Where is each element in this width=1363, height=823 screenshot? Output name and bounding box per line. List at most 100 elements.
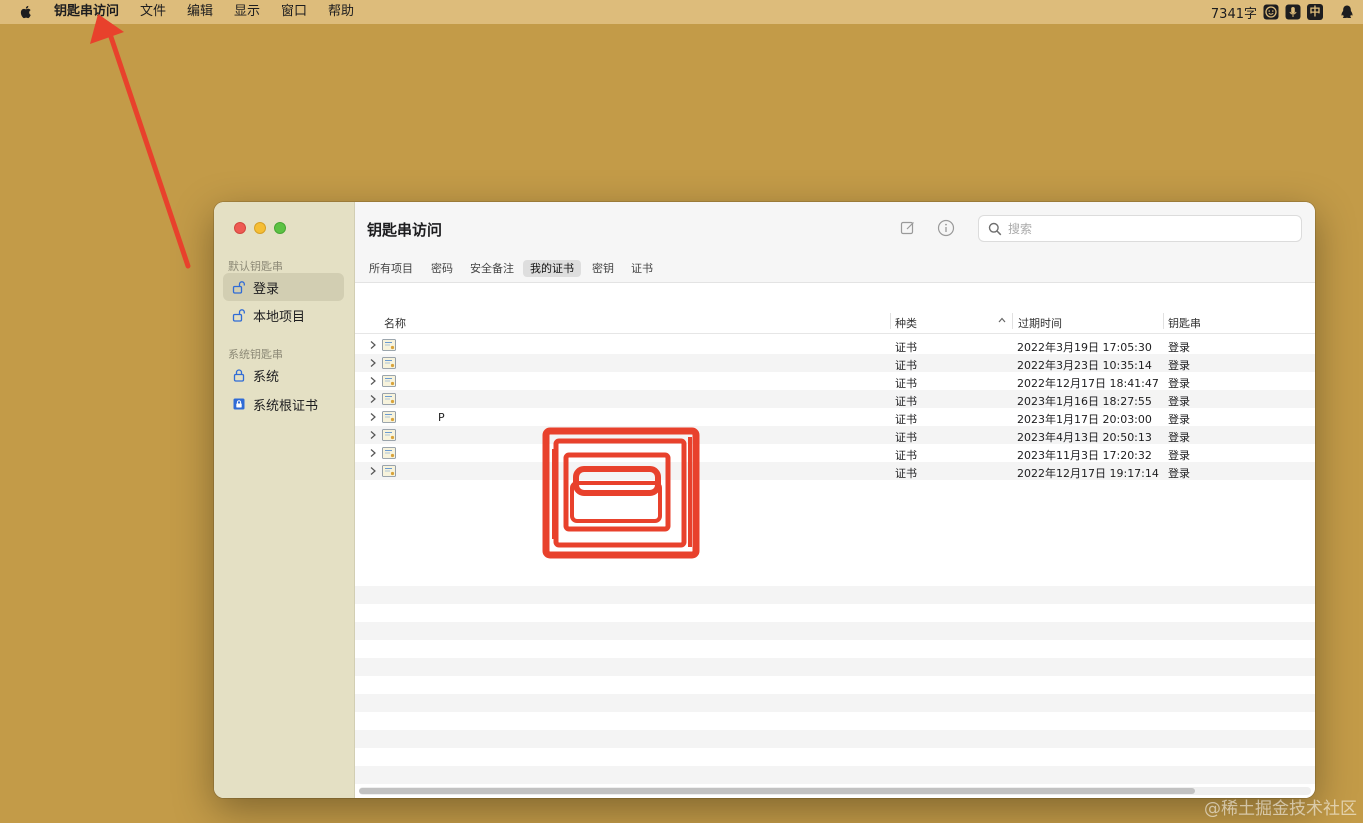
search-icon bbox=[988, 222, 1002, 235]
menu-app-name[interactable]: 钥匙串访问 bbox=[54, 4, 119, 20]
microphone-icon[interactable] bbox=[1285, 4, 1301, 20]
sidebar-section-system: 系统钥匙串 bbox=[228, 348, 283, 361]
sidebar-item-system[interactable]: 系统 bbox=[223, 361, 344, 389]
cert-expiration: 2022年3月19日 17:05:30 bbox=[1017, 341, 1152, 354]
column-header-expires[interactable]: 过期时间 bbox=[1018, 315, 1062, 331]
disclosure-chevron-icon[interactable] bbox=[369, 358, 377, 368]
qq-penguin-icon[interactable] bbox=[1339, 4, 1355, 20]
empty-row bbox=[355, 658, 1315, 676]
cert-expiration: 2022年3月23日 10:35:14 bbox=[1017, 359, 1152, 372]
disclosure-chevron-icon[interactable] bbox=[369, 412, 377, 422]
certificate-icon bbox=[382, 375, 396, 387]
table-row[interactable]: 证书 2023年1月16日 18:27:55 登录 bbox=[355, 390, 1315, 408]
menu-help[interactable]: 帮助 bbox=[328, 4, 354, 20]
cert-keychain: 登录 bbox=[1168, 413, 1190, 426]
certificate-icon bbox=[382, 465, 396, 477]
table-header: 名称 种类 过期时间 钥匙串 bbox=[355, 308, 1315, 334]
sidebar-section-default: 默认钥匙串 bbox=[228, 260, 283, 273]
empty-row bbox=[355, 622, 1315, 640]
cert-keychain: 登录 bbox=[1168, 467, 1190, 480]
menu-bar: 钥匙串访问 文件 编辑 显示 窗口 帮助 7341字 中 bbox=[0, 0, 1363, 24]
scrollbar-thumb[interactable] bbox=[359, 788, 1195, 794]
input-method-indicator[interactable]: 中 bbox=[1307, 4, 1323, 20]
sidebar-item-label: 系统 bbox=[253, 369, 280, 385]
cert-expiration: 2023年1月16日 18:27:55 bbox=[1017, 395, 1152, 408]
search-field[interactable] bbox=[978, 215, 1302, 242]
cert-keychain: 登录 bbox=[1168, 395, 1190, 408]
tab-my-certificates[interactable]: 我的证书 bbox=[523, 260, 581, 277]
empty-row bbox=[355, 748, 1315, 766]
disclosure-chevron-icon[interactable] bbox=[369, 448, 377, 458]
table-row[interactable]: 证书 2023年11月3日 17:20:32 登录 bbox=[355, 444, 1315, 462]
info-icon[interactable] bbox=[936, 218, 956, 238]
cert-expiration: 2023年4月13日 20:50:13 bbox=[1017, 431, 1152, 444]
cert-expiration: 2022年12月17日 19:17:14 bbox=[1017, 467, 1159, 480]
sidebar-item-local-items[interactable]: 本地项目 bbox=[223, 301, 344, 329]
menu-file[interactable]: 文件 bbox=[140, 4, 166, 20]
disclosure-chevron-icon[interactable] bbox=[369, 376, 377, 386]
cert-kind: 证书 bbox=[895, 413, 917, 426]
cert-kind: 证书 bbox=[895, 395, 917, 408]
column-header-kind[interactable]: 种类 bbox=[895, 315, 917, 331]
column-header-name[interactable]: 名称 bbox=[384, 315, 406, 331]
certificate-icon bbox=[382, 429, 396, 441]
column-divider[interactable] bbox=[890, 313, 891, 329]
sidebar: 默认钥匙串 登录 本地项目 系统钥匙串 系统 系统根证书 bbox=[214, 202, 355, 798]
column-divider[interactable] bbox=[1163, 313, 1164, 329]
unlocked-padlock-icon bbox=[231, 307, 247, 323]
table-row[interactable]: 证书 2022年12月17日 18:41:47 登录 bbox=[355, 372, 1315, 390]
table-row[interactable]: P 证书 2023年1月17日 20:03:00 登录 bbox=[355, 408, 1315, 426]
certificate-icon bbox=[382, 411, 396, 423]
emoji-face-icon[interactable] bbox=[1263, 4, 1279, 20]
disclosure-chevron-icon[interactable] bbox=[369, 466, 377, 476]
empty-row bbox=[355, 730, 1315, 748]
disclosure-chevron-icon[interactable] bbox=[369, 394, 377, 404]
cert-expiration: 2023年11月3日 17:20:32 bbox=[1017, 449, 1152, 462]
cert-expiration: 2022年12月17日 18:41:47 bbox=[1017, 377, 1159, 390]
apple-menu-icon[interactable] bbox=[18, 4, 34, 20]
sidebar-item-label: 本地项目 bbox=[253, 309, 306, 325]
cert-keychain: 登录 bbox=[1168, 359, 1190, 372]
empty-row bbox=[355, 640, 1315, 658]
unlocked-padlock-icon bbox=[231, 279, 247, 295]
close-button[interactable] bbox=[234, 222, 246, 234]
cert-expiration: 2023年1月17日 20:03:00 bbox=[1017, 413, 1152, 426]
cert-kind: 证书 bbox=[895, 341, 917, 354]
tab-all-items[interactable]: 所有项目 bbox=[362, 260, 420, 277]
table-row[interactable]: 证书 2022年12月17日 19:17:14 登录 bbox=[355, 462, 1315, 480]
cert-kind: 证书 bbox=[895, 467, 917, 480]
disclosure-chevron-icon[interactable] bbox=[369, 430, 377, 440]
sort-ascending-icon bbox=[998, 317, 1006, 323]
certificate-table: 证书 2022年3月19日 17:05:30 登录 证书 2022年3月23日 10:3… bbox=[355, 336, 1315, 480]
column-divider[interactable] bbox=[1012, 313, 1013, 329]
zoom-button[interactable] bbox=[274, 222, 286, 234]
disclosure-chevron-icon[interactable] bbox=[369, 340, 377, 350]
certificate-icon bbox=[382, 447, 396, 459]
tab-certificates[interactable]: 证书 bbox=[624, 260, 660, 277]
minimize-button[interactable] bbox=[254, 222, 266, 234]
menu-window[interactable]: 窗口 bbox=[281, 4, 307, 20]
horizontal-scrollbar[interactable] bbox=[359, 787, 1311, 795]
empty-row bbox=[355, 568, 1315, 586]
sidebar-item-system-roots[interactable]: 系统根证书 bbox=[223, 390, 344, 418]
table-row[interactable]: 证书 2023年4月13日 20:50:13 登录 bbox=[355, 426, 1315, 444]
column-header-keychain[interactable]: 钥匙串 bbox=[1168, 315, 1201, 331]
table-row[interactable]: 证书 2022年3月19日 17:05:30 登录 bbox=[355, 336, 1315, 354]
empty-row bbox=[355, 766, 1315, 784]
locked-padlock-icon bbox=[231, 367, 247, 383]
search-input[interactable] bbox=[1008, 221, 1288, 236]
word-count-status[interactable]: 7341字 bbox=[1211, 3, 1257, 22]
empty-row bbox=[355, 586, 1315, 604]
cert-keychain: 登录 bbox=[1168, 449, 1190, 462]
cert-kind: 证书 bbox=[895, 449, 917, 462]
menu-edit[interactable]: 编辑 bbox=[187, 4, 213, 20]
menu-view[interactable]: 显示 bbox=[234, 4, 260, 20]
table-row[interactable]: 证书 2022年3月23日 10:35:14 登录 bbox=[355, 354, 1315, 372]
tab-passwords[interactable]: 密码 bbox=[424, 260, 460, 277]
tab-keys[interactable]: 密钥 bbox=[585, 260, 621, 277]
sidebar-item-login[interactable]: 登录 bbox=[223, 273, 344, 301]
toolbar: 钥匙串访问 bbox=[355, 202, 1315, 254]
window-title: 钥匙串访问 bbox=[367, 221, 443, 239]
compose-icon[interactable] bbox=[898, 218, 918, 238]
tab-secure-notes[interactable]: 安全备注 bbox=[463, 260, 521, 277]
